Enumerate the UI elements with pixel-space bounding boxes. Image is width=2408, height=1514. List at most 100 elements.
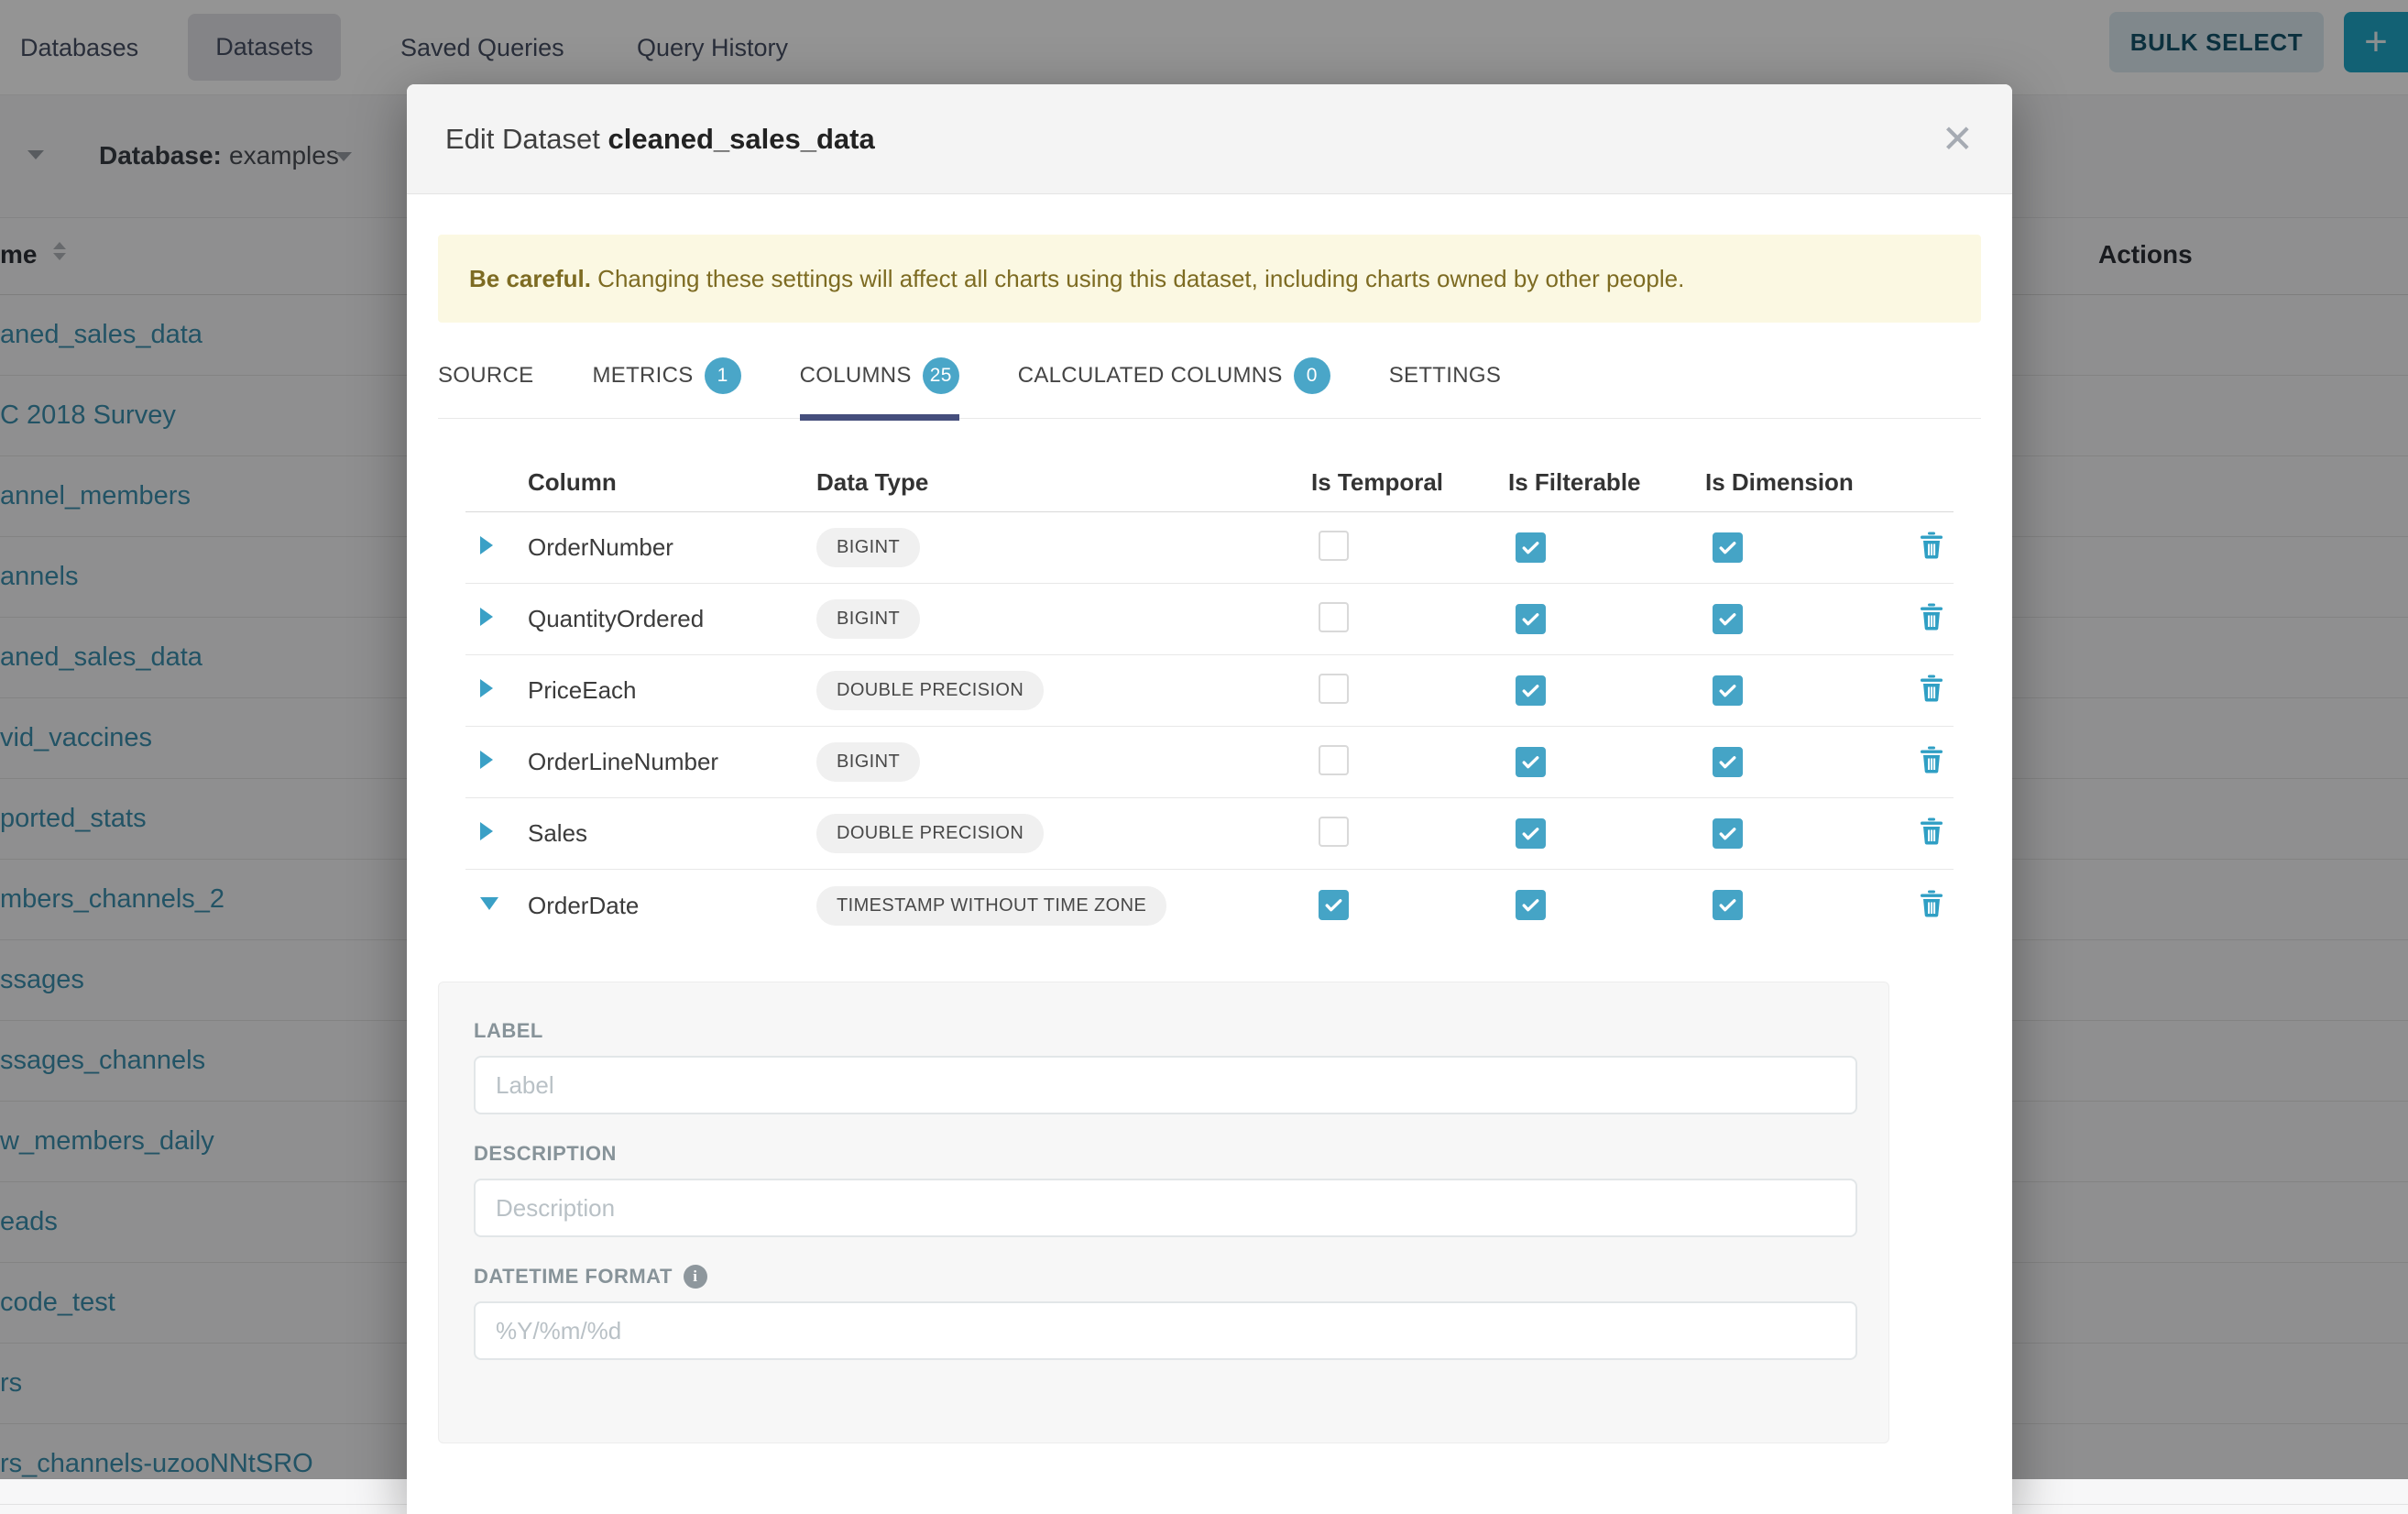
delete-column-icon[interactable] bbox=[1920, 746, 1943, 773]
column-name: QuantityOrdered bbox=[528, 605, 816, 633]
is-temporal-checkbox[interactable] bbox=[1319, 890, 1349, 920]
tab-columns[interactable]: COLUMNS25 bbox=[800, 348, 959, 418]
caret-cell bbox=[465, 536, 528, 559]
modal-title-dataset-name: cleaned_sales_data bbox=[607, 123, 874, 155]
expand-caret-icon[interactable] bbox=[480, 679, 493, 697]
type-cell: TIMESTAMP WITHOUT TIME ZONE bbox=[816, 886, 1311, 926]
tab-label: CALCULATED COLUMNS bbox=[1018, 363, 1283, 389]
expand-caret-icon[interactable] bbox=[480, 751, 493, 769]
dimension-cell bbox=[1705, 747, 1910, 778]
data-type-pill: TIMESTAMP WITHOUT TIME ZONE bbox=[816, 886, 1166, 926]
column-row: Sales DOUBLE PRECISION bbox=[465, 798, 1954, 870]
tab-calculated-columns[interactable]: CALCULATED COLUMNS 0 bbox=[1018, 348, 1330, 418]
tab-source[interactable]: SOURCE bbox=[438, 348, 533, 418]
is-filterable-checkbox[interactable] bbox=[1516, 675, 1546, 706]
info-icon[interactable]: i bbox=[684, 1265, 707, 1289]
is-filterable-checkbox[interactable] bbox=[1516, 818, 1546, 849]
dimension-cell bbox=[1705, 890, 1910, 921]
temporal-cell bbox=[1311, 531, 1508, 565]
expand-caret-icon[interactable] bbox=[480, 822, 493, 840]
tab-count-badge: 1 bbox=[705, 357, 741, 394]
type-cell: BIGINT bbox=[816, 599, 1311, 639]
data-type-pill: BIGINT bbox=[816, 742, 920, 782]
is-dimension-checkbox[interactable] bbox=[1713, 532, 1743, 563]
close-icon[interactable]: ✕ bbox=[1942, 120, 1974, 159]
columns-table-body: OrderNumber BIGINT QuantityOrdered BIGIN… bbox=[465, 512, 1954, 941]
modal-body: Be careful. Changing these settings will… bbox=[407, 194, 2012, 1480]
is-dimension-checkbox[interactable] bbox=[1713, 890, 1743, 920]
header-is-filterable: Is Filterable bbox=[1508, 468, 1705, 497]
header-is-temporal: Is Temporal bbox=[1311, 468, 1508, 497]
label-input[interactable] bbox=[474, 1056, 1857, 1114]
columns-table-header: ColumnData TypeIs TemporalIs FilterableI… bbox=[465, 454, 1954, 512]
warning-banner: Be careful. Changing these settings will… bbox=[438, 235, 1981, 323]
is-dimension-checkbox[interactable] bbox=[1713, 747, 1743, 777]
header-is-dimension: Is Dimension bbox=[1705, 468, 1910, 497]
column-name: OrderLineNumber bbox=[528, 748, 816, 776]
is-temporal-checkbox[interactable] bbox=[1319, 602, 1349, 632]
edit-dataset-modal: Edit Dataset cleaned_sales_data ✕ Be car… bbox=[407, 84, 2012, 1514]
is-temporal-checkbox[interactable] bbox=[1319, 531, 1349, 561]
modal-title: Edit Dataset cleaned_sales_data bbox=[445, 123, 875, 156]
data-type-pill: BIGINT bbox=[816, 599, 920, 639]
delete-column-icon[interactable] bbox=[1920, 817, 1943, 845]
column-name: PriceEach bbox=[528, 676, 816, 705]
caret-cell bbox=[465, 897, 528, 915]
delete-cell bbox=[1910, 675, 1952, 707]
delete-cell bbox=[1910, 603, 1952, 635]
is-temporal-checkbox[interactable] bbox=[1319, 745, 1349, 775]
delete-column-icon[interactable] bbox=[1920, 603, 1943, 631]
column-row: OrderLineNumber BIGINT bbox=[465, 727, 1954, 798]
filterable-cell bbox=[1508, 818, 1705, 850]
caret-cell bbox=[465, 822, 528, 845]
delete-column-icon[interactable] bbox=[1920, 890, 1943, 917]
filterable-cell bbox=[1508, 532, 1705, 564]
datetime-format-field-label: DATETIME FORMAT i bbox=[474, 1265, 1857, 1289]
is-temporal-checkbox[interactable] bbox=[1319, 674, 1349, 704]
is-dimension-checkbox[interactable] bbox=[1713, 675, 1743, 706]
tab-label: METRICS bbox=[592, 363, 693, 389]
dimension-cell bbox=[1705, 675, 1910, 707]
type-cell: BIGINT bbox=[816, 528, 1311, 567]
caret-cell bbox=[465, 679, 528, 702]
is-dimension-checkbox[interactable] bbox=[1713, 604, 1743, 634]
temporal-cell bbox=[1311, 745, 1508, 780]
column-row: PriceEach DOUBLE PRECISION bbox=[465, 655, 1954, 727]
tab-label: SETTINGS bbox=[1389, 363, 1501, 389]
column-name: Sales bbox=[528, 819, 816, 848]
tab-count-badge: 0 bbox=[1294, 357, 1330, 394]
tab-metrics[interactable]: METRICS 1 bbox=[592, 348, 740, 418]
expand-caret-icon[interactable] bbox=[480, 897, 498, 910]
dimension-cell bbox=[1705, 818, 1910, 850]
filterable-cell bbox=[1508, 604, 1705, 635]
filterable-cell bbox=[1508, 890, 1705, 921]
expand-caret-icon[interactable] bbox=[480, 608, 493, 626]
is-filterable-checkbox[interactable] bbox=[1516, 890, 1546, 920]
delete-column-icon[interactable] bbox=[1920, 532, 1943, 559]
temporal-cell bbox=[1311, 817, 1508, 851]
tab-settings[interactable]: SETTINGS bbox=[1389, 348, 1501, 418]
delete-cell bbox=[1910, 532, 1952, 564]
column-name: OrderDate bbox=[528, 892, 816, 920]
column-row: QuantityOrdered BIGINT bbox=[465, 584, 1954, 655]
description-field-label: DESCRIPTION bbox=[474, 1142, 1857, 1166]
temporal-cell bbox=[1311, 674, 1508, 708]
data-type-pill: BIGINT bbox=[816, 528, 920, 567]
delete-cell bbox=[1910, 890, 1952, 922]
expand-caret-icon[interactable] bbox=[480, 536, 493, 554]
is-filterable-checkbox[interactable] bbox=[1516, 747, 1546, 777]
is-filterable-checkbox[interactable] bbox=[1516, 532, 1546, 563]
is-filterable-checkbox[interactable] bbox=[1516, 604, 1546, 634]
is-dimension-checkbox[interactable] bbox=[1713, 818, 1743, 849]
tab-label: SOURCE bbox=[438, 363, 533, 389]
type-cell: DOUBLE PRECISION bbox=[816, 671, 1311, 710]
warning-text: Changing these settings will affect all … bbox=[591, 265, 1684, 292]
temporal-cell bbox=[1311, 602, 1508, 637]
type-cell: BIGINT bbox=[816, 742, 1311, 782]
description-input[interactable] bbox=[474, 1179, 1857, 1237]
is-temporal-checkbox[interactable] bbox=[1319, 817, 1349, 847]
caret-cell bbox=[465, 751, 528, 773]
type-cell: DOUBLE PRECISION bbox=[816, 814, 1311, 853]
delete-column-icon[interactable] bbox=[1920, 675, 1943, 702]
datetime-format-input[interactable] bbox=[474, 1301, 1857, 1360]
